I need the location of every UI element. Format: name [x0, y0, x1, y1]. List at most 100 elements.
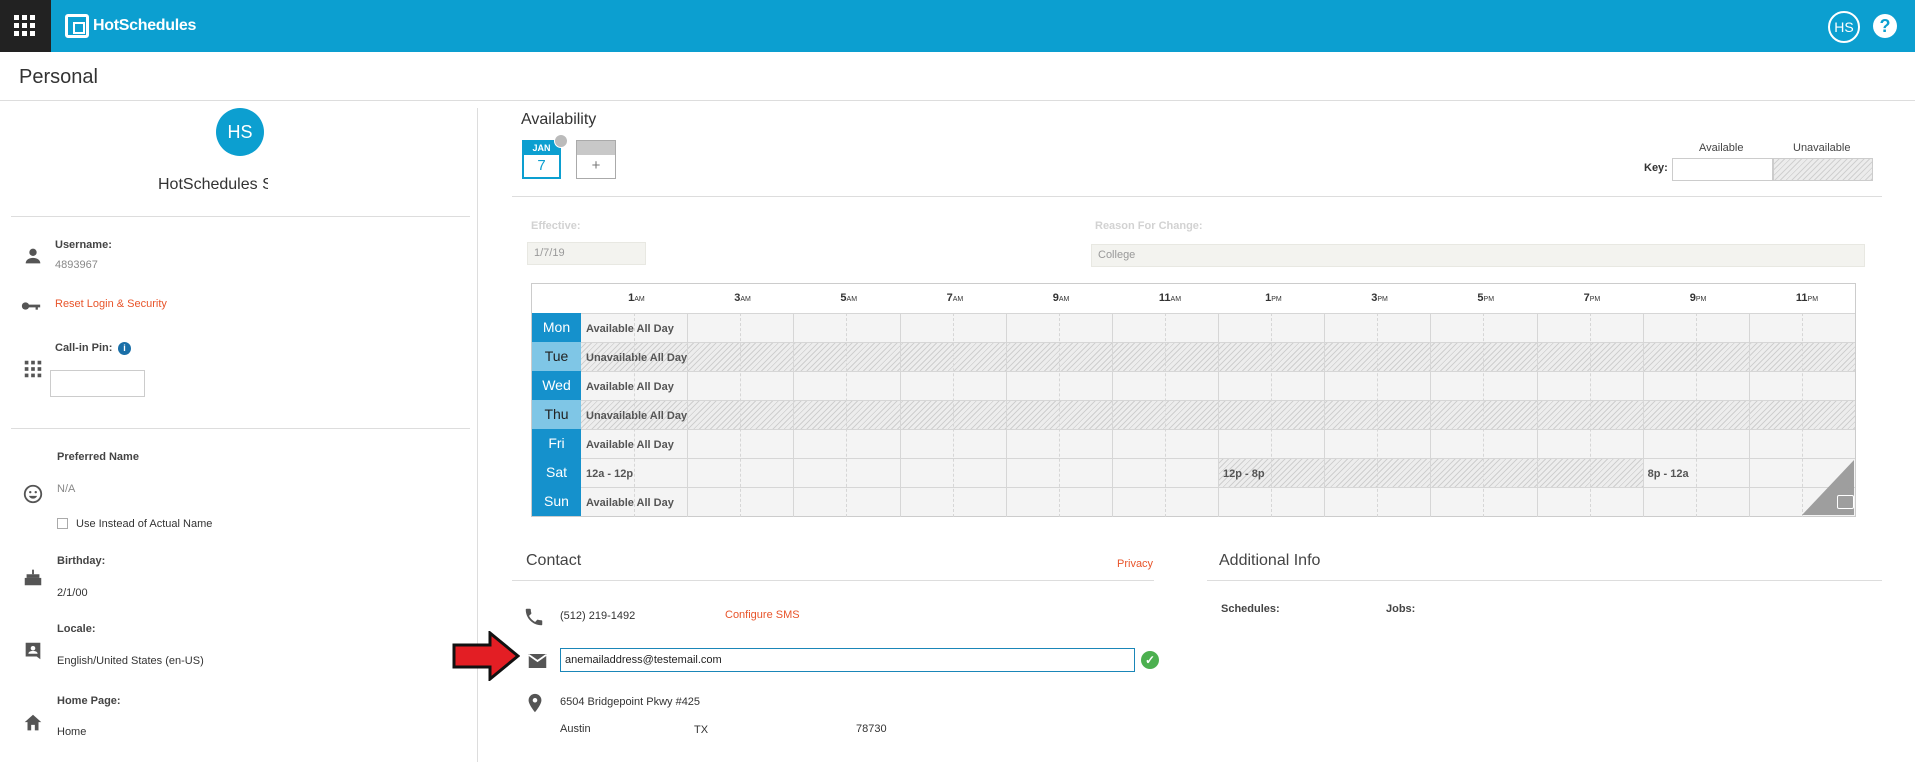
profile-name: HotSchedules S — [158, 176, 268, 193]
key-label: Key: — [1644, 162, 1668, 174]
contact-title: Contact — [526, 552, 582, 569]
hour-label: 7AM — [946, 292, 964, 304]
hour-label: 3AM — [734, 292, 751, 304]
day-status-text: Available All Day — [586, 381, 674, 393]
call-in-pin-input[interactable] — [50, 370, 145, 397]
cake-icon — [22, 566, 44, 588]
key-unavailable-swatch — [1773, 158, 1873, 181]
day-availability-track[interactable]: Unavailable All Day — [581, 400, 1855, 429]
mail-icon — [527, 652, 548, 670]
key-icon — [20, 295, 42, 317]
keypad-icon — [22, 358, 44, 380]
home-icon — [22, 712, 44, 734]
day-availability-track[interactable]: Available All Day — [581, 313, 1855, 342]
day-label: Mon — [532, 313, 581, 342]
reason-label: Reason For Change: — [1095, 220, 1203, 232]
key-available-swatch — [1672, 158, 1773, 181]
availability-segment[interactable] — [581, 459, 1218, 488]
segment-label: 12a - 12p — [586, 468, 634, 480]
day-availability-track[interactable]: Unavailable All Day — [581, 342, 1855, 371]
day-availability-track[interactable]: Available All Day — [581, 487, 1855, 516]
privacy-link[interactable]: Privacy — [1117, 558, 1153, 570]
divider — [1207, 580, 1882, 581]
day-status-text: Available All Day — [586, 497, 674, 509]
day-label: Sat — [532, 458, 581, 487]
home-page-label: Home Page: — [57, 695, 121, 707]
availability-segment[interactable] — [1218, 459, 1643, 488]
hour-label: 9PM — [1689, 292, 1707, 304]
phone-value: (512) 219-1492 — [560, 610, 636, 622]
profile-avatar: HS — [216, 108, 264, 156]
schedules-label: Schedules: — [1221, 603, 1280, 615]
home-page-value: Home — [57, 726, 87, 738]
day-availability-track[interactable]: Available All Day — [581, 429, 1855, 458]
add-availability-button[interactable]: + — [576, 140, 616, 179]
divider — [512, 580, 1154, 581]
day-label: Thu — [532, 400, 581, 429]
schedule-row-sat[interactable]: Sat 12a - 12p 12p - 8p 8p - 12a — [532, 458, 1855, 488]
schedule-row-thu[interactable]: Thu Unavailable All Day — [532, 400, 1855, 429]
page-title: Personal — [19, 66, 98, 88]
top-bar: HotSchedules HS ? — [0, 0, 1915, 52]
user-avatar[interactable]: HS — [1828, 11, 1860, 43]
schedule-row-sun[interactable]: Sun Available All Day — [532, 487, 1855, 516]
schedule-row-wed[interactable]: Wed Available All Day — [532, 371, 1855, 400]
hour-label: 3PM — [1371, 292, 1388, 304]
address-line: 6504 Bridgepoint Pkwy #425 — [560, 696, 701, 708]
email-input[interactable] — [560, 648, 1135, 672]
person-icon — [22, 245, 44, 267]
help-icon[interactable]: ? — [1873, 14, 1897, 38]
configure-sms-link[interactable]: Configure SMS — [725, 609, 800, 621]
schedule-row-tue[interactable]: Tue Unavailable All Day — [532, 342, 1855, 371]
smiley-icon — [22, 483, 44, 505]
schedule-row-mon[interactable]: Mon Available All Day — [532, 313, 1855, 342]
key-available-label: Available — [1699, 142, 1744, 154]
day-status-text: Unavailable All Day — [586, 410, 688, 422]
additional-info-title: Additional Info — [1219, 552, 1321, 569]
reset-login-link[interactable]: Reset Login & Security — [55, 298, 167, 310]
contact-card-icon — [22, 640, 44, 662]
logo-text: HotSchedules — [93, 17, 197, 34]
day-status-text: Available All Day — [586, 323, 674, 335]
schedule-row-fri[interactable]: Fri Available All Day — [532, 429, 1855, 458]
hour-label: 9AM — [1052, 292, 1070, 304]
segment-label: 8p - 12a — [1647, 468, 1689, 480]
red-arrow-annotation — [452, 631, 520, 681]
availability-schedule: 1AM 3AM 5AM 7AM 9AM 11AM 1PM 3PM 5PM 7PM 9PM 11PM M… — [531, 283, 1856, 517]
day-label: Tue — [532, 342, 581, 371]
divider — [11, 428, 470, 429]
day-availability-track[interactable]: Available All Day — [581, 371, 1855, 400]
apps-grid-icon[interactable] — [0, 0, 51, 52]
date-tile-day: 7 — [537, 157, 546, 174]
divider — [512, 196, 1882, 197]
use-instead-label: Use Instead of Actual Name — [76, 518, 213, 530]
birthday-label: Birthday: — [57, 555, 106, 567]
add-availability-label: + — [591, 157, 601, 174]
birthday-value: 2/1/00 — [57, 587, 88, 599]
day-label: Wed — [532, 371, 581, 400]
day-availability-track[interactable]: 12a - 12p 12p - 8p 8p - 12a — [581, 458, 1855, 488]
preferred-name-label: Preferred Name — [57, 451, 139, 463]
address-state: TX — [694, 724, 709, 736]
padlock-icon[interactable] — [1837, 495, 1854, 509]
username-label: Username: — [55, 239, 112, 251]
address-zip: 78730 — [856, 723, 887, 735]
day-status-text: Unavailable All Day — [586, 352, 688, 364]
hotschedules-logo[interactable]: HotSchedules — [65, 13, 196, 39]
call-in-pin-label: Call-in Pin: — [55, 342, 113, 354]
hour-label: 1AM — [628, 292, 645, 304]
effective-field: 1/7/19 — [527, 242, 646, 265]
schedule-hours-header: 1AM 3AM 5AM 7AM 9AM 11AM 1PM 3PM 5PM 7PM 9PM 11PM — [532, 284, 1855, 313]
hour-label: 11PM — [1795, 292, 1819, 304]
jobs-label: Jobs: — [1386, 603, 1416, 615]
use-instead-checkbox[interactable] — [57, 518, 68, 529]
username-value: 4893967 — [55, 259, 98, 271]
preferred-name-value: N/A — [57, 483, 76, 495]
address-city: Austin — [560, 723, 591, 735]
day-label: Fri — [532, 429, 581, 458]
checkmark-icon: ✓ — [1141, 651, 1159, 669]
hour-label: 5PM — [1477, 292, 1495, 304]
day-label: Sun — [532, 487, 581, 516]
info-icon[interactable]: i — [118, 342, 131, 355]
location-pin-icon — [524, 692, 546, 714]
